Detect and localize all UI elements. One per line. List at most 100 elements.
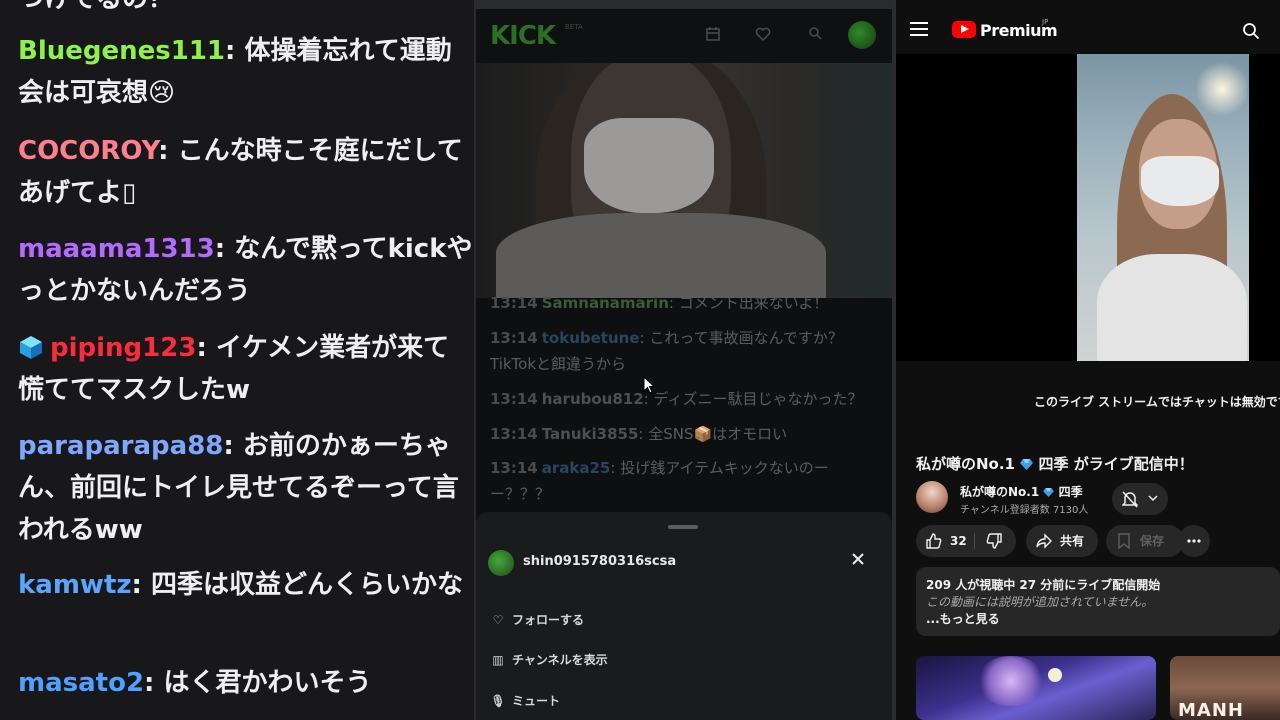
- share-icon: [1036, 533, 1052, 549]
- show-more-link[interactable]: ...もっと見る: [926, 610, 1000, 627]
- mute-button[interactable]: 🎙 ミュート: [490, 689, 560, 713]
- kick-chat-message: 13:14 harubou812: ディズニー駄目じゃなかった？: [490, 390, 863, 408]
- view-stats: 209 人が視聴中 27 分前にライブ配信開始: [926, 578, 1161, 592]
- avatar: [488, 550, 514, 576]
- chat-username[interactable]: kamwtz: [18, 570, 132, 600]
- user-action-sheet: shin0915780316scsa ♡ フォローする ▥ チャンネルを表示 🎙 ミュ…: [476, 512, 892, 720]
- follow-label: フォローする: [512, 613, 585, 627]
- video-frame-mask: [584, 118, 714, 213]
- chat-message: paraparapa88: お前のかぁーちゃん、前回にトイレ見せてるぞーって言わ…: [18, 431, 459, 545]
- sheet-drag-handle[interactable]: [668, 525, 698, 529]
- recommended-video-thumbnail[interactable]: [916, 656, 1156, 720]
- search-icon[interactable]: [806, 26, 824, 44]
- save-label: 保存: [1140, 534, 1165, 548]
- follow-button[interactable]: ♡ フォローする: [490, 608, 584, 632]
- chat-text: はく君かわいそう: [163, 668, 372, 698]
- thumbnail-art: [976, 656, 1046, 706]
- youtube-logo-icon[interactable]: [952, 21, 976, 38]
- chat-username[interactable]: tokubetune: [542, 329, 640, 347]
- chat-timestamp: 13:14: [490, 390, 538, 408]
- chat-username[interactable]: harubou812: [542, 390, 644, 408]
- chat-username[interactable]: paraparapa88: [18, 431, 223, 461]
- video-frame-light: [1197, 59, 1247, 119]
- kick-top-edge: [476, 0, 892, 9]
- chat-text: コメント出来ないよ！: [678, 294, 829, 312]
- chat-username[interactable]: Bluegenes111: [18, 36, 225, 66]
- video-title-part: 私が噂のNo.1: [916, 455, 1015, 473]
- cube-badge-icon: [20, 336, 42, 359]
- share-label: 共有: [1060, 534, 1085, 548]
- notification-toggle-button[interactable]: [1112, 483, 1168, 515]
- like-dislike-group: 32: [916, 525, 1016, 557]
- kick-logo[interactable]: KICK: [490, 21, 556, 51]
- description-text: この動画には説明が追加されていません。: [926, 595, 1154, 609]
- calendar-icon[interactable]: [704, 26, 722, 44]
- kick-video-player[interactable]: [476, 63, 892, 298]
- more-actions-button[interactable]: [1178, 525, 1210, 557]
- mouse-cursor-icon: [643, 376, 655, 394]
- chat-message: kamwtz: 四季は収益どんくらいかな: [18, 570, 463, 600]
- chat-message: masato2: はく君かわいそう: [18, 668, 372, 698]
- view-channel-button[interactable]: ▥ チャンネルを表示: [490, 648, 608, 672]
- save-button[interactable]: 保存: [1106, 525, 1184, 557]
- region-label: JP: [1042, 18, 1049, 26]
- video-title: 私が噂のNo.1 四季 がライブ配信中！: [916, 453, 1194, 474]
- mute-icon: 🎙: [490, 694, 506, 708]
- twitch-chat-panel: つけてるの？ Bluegenes111: 体操着忘れて運動会は可哀想😢 COCO…: [0, 0, 474, 720]
- search-icon[interactable]: [1242, 22, 1260, 40]
- chat-message: maaama1313: なんで黙ってkickやっとかないんだろう: [18, 234, 473, 306]
- like-button[interactable]: 32: [916, 525, 974, 557]
- video-title-part: 四季 がライブ配信中！: [1038, 455, 1194, 473]
- chat-username[interactable]: Tanuki3855: [542, 425, 639, 443]
- video-frame-shirt: [1097, 254, 1247, 361]
- chat-username[interactable]: masato2: [18, 668, 144, 698]
- like-count: 32: [950, 534, 967, 548]
- kick-chat-message: 13:14 Tanuki3855: 全SNS📦はオモロい: [490, 425, 788, 443]
- chat-username[interactable]: maaama1313: [18, 234, 215, 264]
- channel-name-part: 私が噂のNo.1: [960, 485, 1040, 499]
- channel-name-part: 四季: [1058, 485, 1083, 499]
- chat-partial-line: つけてるの？: [18, 0, 174, 15]
- kick-chat-message: 13:14 tokubetune: これって事故画なんですか？TikTokと餌違う…: [490, 329, 843, 373]
- share-button[interactable]: 共有: [1026, 525, 1098, 557]
- chevron-down-icon: [1148, 495, 1158, 502]
- dislike-button[interactable]: [976, 525, 1016, 557]
- chat-text: ディズニー駄目じゃなかった？: [653, 390, 863, 408]
- kick-chat-message: 13:14 araka25: 投げ銭アイテムキックないのーー？？？: [490, 459, 829, 503]
- chat-username[interactable]: piping123: [50, 333, 196, 363]
- kick-chat-message: 13:14 Samnanamarin: コメント出来ないよ！: [490, 294, 829, 312]
- view-channel-label: チャンネルを表示: [512, 653, 608, 667]
- kick-user-avatar[interactable]: [848, 21, 876, 49]
- thumbs-up-icon: [926, 533, 942, 549]
- heart-icon[interactable]: [754, 26, 772, 44]
- menu-icon[interactable]: [910, 22, 928, 36]
- video-frame-shirt: [496, 213, 826, 298]
- chat-disabled-notice: このライブ ストリームではチャットは無効です: [1034, 395, 1280, 409]
- close-button[interactable]: [848, 551, 868, 571]
- chat-username[interactable]: Samnanamarin: [542, 294, 669, 312]
- chat-timestamp: 13:14: [490, 294, 538, 312]
- diamond-icon: [1020, 459, 1034, 470]
- kick-beta-label: BETA: [565, 23, 583, 31]
- chat-message: COCOROY: こんな時こそ庭にだしてあげてよ▯: [18, 136, 463, 208]
- thumbnail-text: MANH: [1178, 700, 1244, 720]
- chat-message: piping123: イケメン業者が来て慌ててマスクしたw: [18, 333, 450, 405]
- channel-icon: ▥: [492, 653, 504, 667]
- subscriber-count: チャンネル登録者数 7130人: [960, 505, 1089, 516]
- chat-timestamp: 13:14: [490, 425, 538, 443]
- mute-label: ミュート: [512, 694, 561, 708]
- kick-header: KICK BETA: [476, 9, 892, 63]
- kick-panel: KICK BETA 13:14 Samnanamarin: コメント出来ないよ！ …: [476, 0, 892, 720]
- description-box[interactable]: 209 人が視聴中 27 分前にライブ配信開始 この動画には説明が追加されていま…: [916, 567, 1280, 636]
- chat-timestamp: 13:14: [490, 329, 538, 347]
- channel-name[interactable]: 私が噂のNo.1 四季: [960, 483, 1083, 500]
- video-frame[interactable]: [1077, 54, 1249, 361]
- chat-username[interactable]: COCOROY: [18, 136, 158, 166]
- diamond-icon: [1043, 488, 1055, 497]
- channel-avatar[interactable]: [916, 481, 948, 513]
- heart-icon: ♡: [492, 613, 504, 627]
- recommended-video-thumbnail[interactable]: MANH: [1170, 656, 1280, 720]
- thumbs-down-icon: [986, 533, 1002, 549]
- more-horizontal-icon: [1187, 539, 1201, 543]
- chat-username[interactable]: araka25: [542, 459, 611, 477]
